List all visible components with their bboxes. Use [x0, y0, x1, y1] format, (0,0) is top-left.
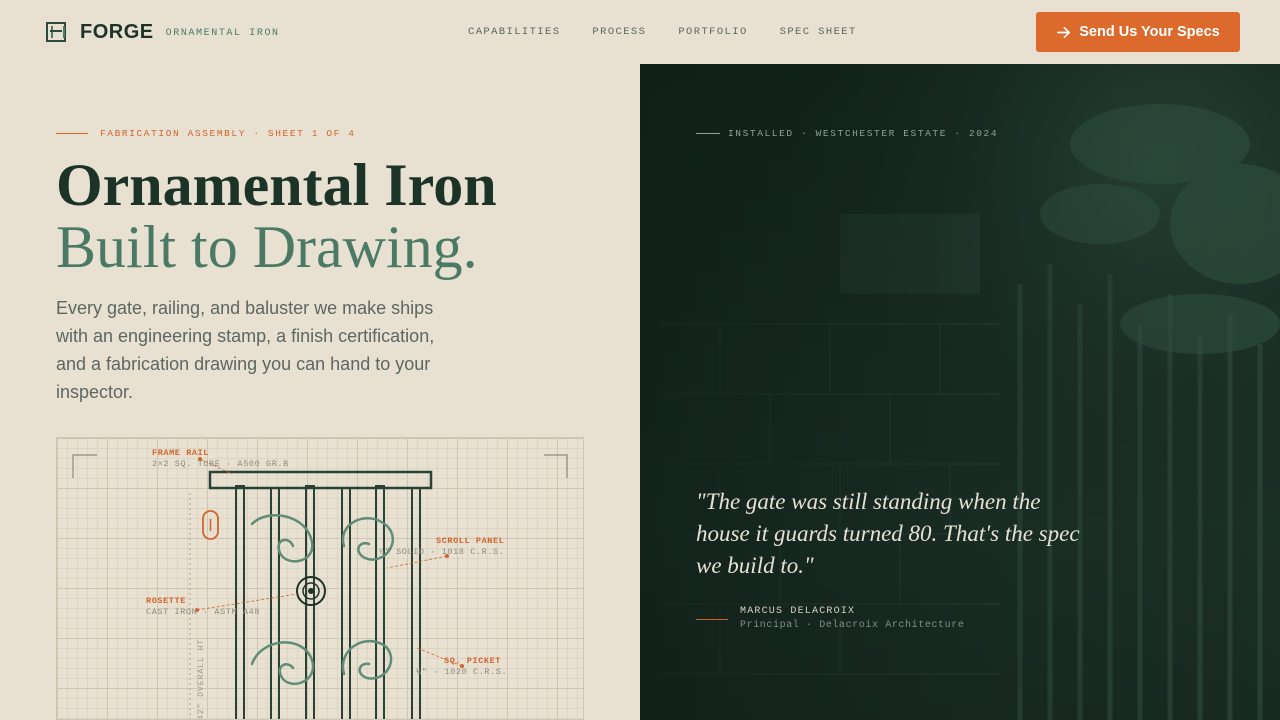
- eyebrow-rule: [56, 133, 88, 134]
- callout-frame-rail-spec: 2×2 SQ. TUBE · A500 GR.B: [152, 459, 289, 469]
- send-specs-label: Send Us Your Specs: [1079, 24, 1220, 40]
- callout-sq-picket-spec: ¾" · 1020 C.R.S.: [416, 667, 508, 677]
- callout-sq-picket: SQ. PICKET ¾" · 1020 C.R.S.: [416, 656, 507, 678]
- testimonial-attribution: MARCUS DELACROIX Principal · Delacroix A…: [696, 605, 964, 633]
- callout-scroll-panel-spec: ½" SOLID · 1018 C.R.S.: [379, 547, 505, 557]
- nav-links: CAPABILITIES PROCESS PORTFOLIO SPEC SHEE…: [468, 0, 857, 64]
- arrow-right-icon: [1057, 26, 1071, 38]
- hero-eyebrow-text: FABRICATION ASSEMBLY · SHEET 1 OF 4: [100, 128, 356, 139]
- callout-frame-rail-title: FRAME RAIL: [152, 448, 210, 458]
- send-specs-button[interactable]: Send Us Your Specs: [1036, 12, 1240, 52]
- fabrication-drawing: 42" OVERALL HT FRAME RAIL 2×2 SQ. TUBE ·…: [56, 437, 584, 720]
- attribution-rule: [696, 619, 728, 620]
- nav-link-spec-sheet[interactable]: SPEC SHEET: [780, 26, 857, 38]
- hero-eyebrow: FABRICATION ASSEMBLY · SHEET 1 OF 4: [56, 128, 356, 139]
- brand-name[interactable]: FORGE: [80, 21, 154, 44]
- testimonial-role: Principal · Delacroix Architecture: [740, 620, 965, 631]
- photo-eyebrow-text: INSTALLED · WESTCHESTER ESTATE · 2024: [728, 128, 999, 139]
- callout-frame-rail: FRAME RAIL 2×2 SQ. TUBE · A500 GR.B: [152, 448, 289, 470]
- rosette: [296, 576, 326, 606]
- nav-link-capabilities[interactable]: CAPABILITIES: [468, 26, 560, 38]
- callout-sq-picket-title: SQ. PICKET: [444, 656, 502, 666]
- callout-rosette-title: ROSETTE: [146, 596, 186, 606]
- hero-subtitle: Built to Drawing.: [56, 214, 478, 280]
- testimonial-name: MARCUS DELACROIX: [740, 606, 856, 617]
- hero-title: Ornamental Iron: [56, 152, 497, 218]
- nav-link-portfolio[interactable]: PORTFOLIO: [678, 26, 747, 38]
- callout-rosette: ROSETTE CAST IRON · ASTM A48: [146, 596, 260, 618]
- testimonial-quote: "The gate was still standing when the ho…: [696, 489, 1080, 578]
- photo-eyebrow: INSTALLED · WESTCHESTER ESTATE · 2024: [696, 128, 998, 139]
- callout-scroll-panel-title: SCROLL PANEL: [436, 536, 505, 546]
- pickets: [235, 485, 421, 719]
- corner-mark-tr: [544, 454, 568, 478]
- corner-mark-tl: [72, 454, 97, 478]
- installation-photo: INSTALLED · WESTCHESTER ESTATE · 2024 "T…: [640, 64, 1280, 720]
- forge-logo-icon[interactable]: [46, 22, 66, 42]
- callout-scroll-panel: SCROLL PANEL ½" SOLID · 1018 C.R.S.: [379, 536, 504, 558]
- callout-rosette-spec: CAST IRON · ASTM A48: [146, 607, 261, 617]
- nav-link-process[interactable]: PROCESS: [592, 26, 646, 38]
- hero-lede: Every gate, railing, and baluster we mak…: [56, 298, 435, 402]
- top-nav: FORGE ORNAMENTAL IRON CAPABILITIES PROCE…: [0, 0, 1280, 64]
- brand-tagline: ORNAMENTAL IRON: [165, 28, 280, 39]
- photo-eyebrow-rule: [696, 133, 720, 134]
- dimension-label: 42" OVERALL HT: [197, 639, 206, 720]
